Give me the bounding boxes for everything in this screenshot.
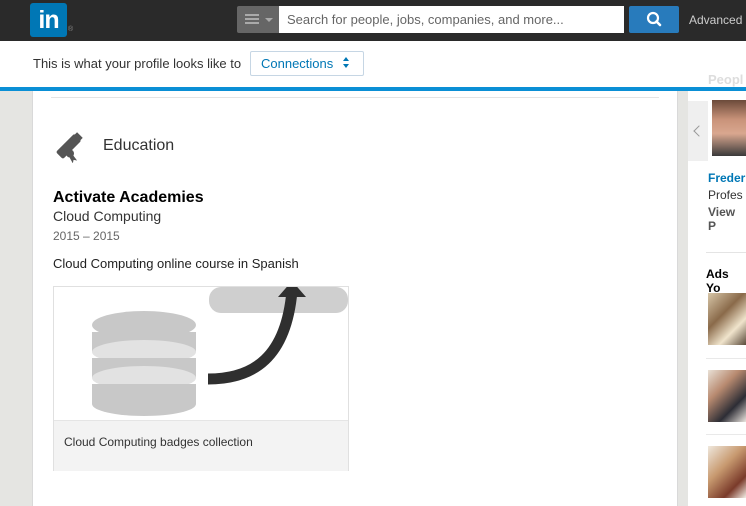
field-of-study: Cloud Computing (53, 208, 162, 224)
caret-down-icon (265, 18, 273, 22)
top-nav-bar: in ® Advanced (0, 0, 746, 41)
linkedin-logo[interactable]: in (30, 3, 67, 37)
ad-image[interactable] (708, 293, 746, 345)
media-caption: Cloud Computing badges collection (54, 420, 348, 471)
education-description: Cloud Computing online course in Spanish (53, 256, 299, 271)
search-input[interactable] (279, 6, 624, 33)
ad-image[interactable] (708, 446, 746, 498)
advanced-search-link[interactable]: Advanced (689, 13, 742, 27)
person-title: Profes (708, 188, 743, 202)
view-profile-link[interactable]: View P (708, 205, 746, 233)
search-icon (646, 11, 662, 27)
school-name[interactable]: Activate Academies (53, 189, 204, 207)
diploma-icon (56, 132, 83, 163)
people-heading: Peopl (708, 72, 744, 87)
media-attachment[interactable]: Cloud Computing badges collection (53, 286, 349, 471)
audience-select[interactable]: Connections (250, 51, 364, 76)
ad-image[interactable] (708, 370, 746, 422)
audience-select-value: Connections (261, 56, 334, 71)
profile-view-label: This is what your profile looks like to (33, 56, 242, 71)
avatar[interactable] (712, 100, 746, 156)
select-arrows-icon (343, 57, 349, 68)
divider (706, 434, 746, 435)
education-dates: 2015 – 2015 (53, 229, 120, 243)
divider (51, 97, 659, 98)
section-heading: Education (103, 137, 175, 154)
menu-icon (245, 14, 259, 25)
cloud-database-image (92, 287, 348, 416)
right-rail: Freder Profes View P Ads Yo (688, 91, 746, 506)
chevron-left-icon[interactable] (688, 101, 708, 161)
divider (706, 252, 746, 253)
registered-mark: ® (68, 26, 74, 33)
ads-heading: Ads Yo (706, 267, 729, 295)
education-section: Education Activate Academies Cloud Compu… (32, 91, 678, 506)
divider (706, 358, 746, 359)
person-name-link[interactable]: Freder (708, 171, 745, 185)
search-category-menu[interactable] (237, 6, 279, 33)
profile-view-bar: This is what your profile looks like to … (0, 41, 746, 87)
search-button[interactable] (629, 6, 679, 33)
